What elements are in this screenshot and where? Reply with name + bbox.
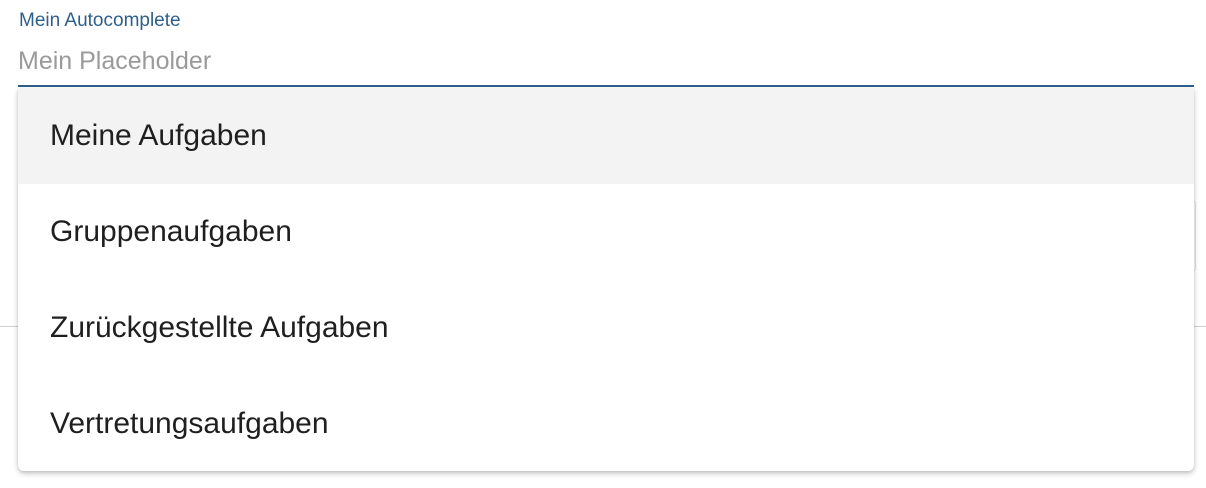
option-label: Meine Aufgaben bbox=[50, 119, 267, 152]
option-zurueckgestellte-aufgaben[interactable]: Zurückgestellte Aufgaben bbox=[18, 280, 1194, 376]
autocomplete-field: Mein Autocomplete bbox=[18, 0, 1194, 88]
autocomplete-label: Mein Autocomplete bbox=[19, 10, 181, 31]
autocomplete-underline bbox=[18, 85, 1194, 87]
option-meine-aufgaben[interactable]: Meine Aufgaben bbox=[18, 88, 1194, 184]
option-label: Zurückgestellte Aufgaben bbox=[50, 311, 389, 344]
autocomplete-dropdown: Meine Aufgaben Gruppenaufgaben Zurückges… bbox=[18, 88, 1194, 471]
option-label: Vertretungsaufgaben bbox=[50, 407, 329, 440]
option-gruppenaufgaben[interactable]: Gruppenaufgaben bbox=[18, 184, 1194, 280]
autocomplete-input[interactable] bbox=[18, 40, 1194, 82]
page: Mein Autocomplete Meine Aufgaben Gruppen… bbox=[0, 0, 1206, 488]
option-label: Gruppenaufgaben bbox=[50, 215, 292, 248]
option-vertretungsaufgaben[interactable]: Vertretungsaufgaben bbox=[18, 376, 1194, 471]
